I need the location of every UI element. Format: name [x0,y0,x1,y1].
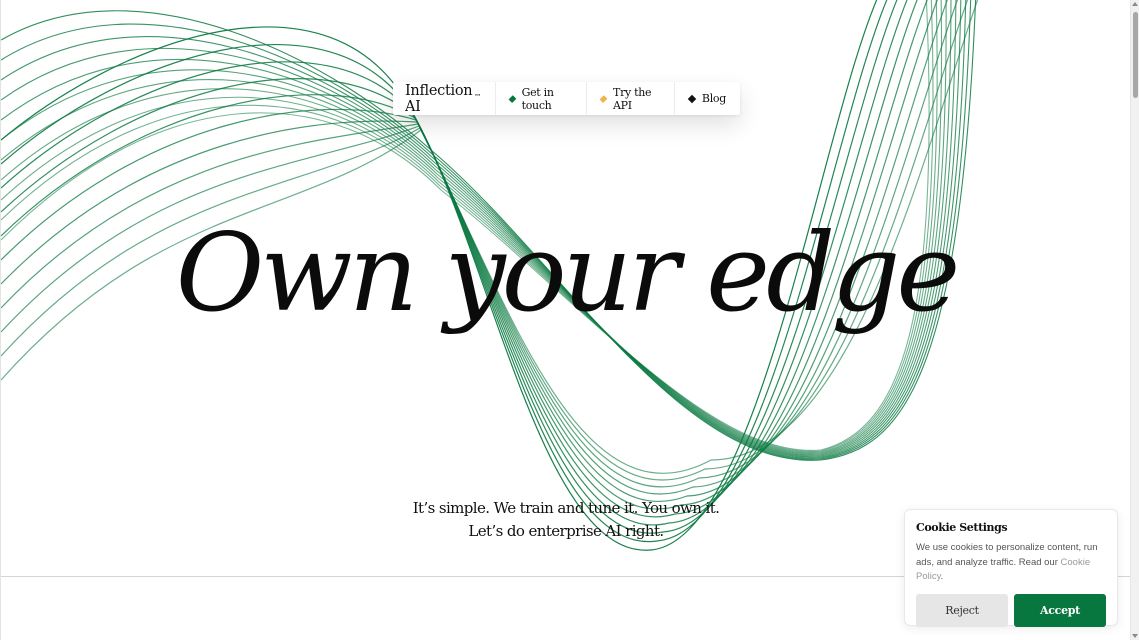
diamond-icon [687,94,697,103]
nav-blog[interactable]: Blog [675,82,740,115]
scroll-thumb[interactable] [1133,12,1138,98]
page: Own your edge Inflection AI ™ Get in touc… [0,0,1131,640]
cookie-title: Cookie Settings [916,521,1008,534]
cookie-actions: Reject Accept [916,593,1106,627]
hero-title: Own your edge [175,211,961,336]
nav-label: Blog [701,92,726,105]
diamond-icon [599,94,608,103]
accept-button[interactable]: Accept [1014,593,1106,627]
cookie-text-end: . [940,571,944,582]
cookie-banner: Cookie Settings We use cookies to person… [904,509,1118,627]
trademark-mark: ™ [474,92,481,101]
nav-label: Get in touch [521,85,554,112]
nav-label: Try the API [613,85,652,112]
logo-text: Inflection AI [405,82,473,115]
reject-button[interactable]: Reject [916,593,1008,627]
vertical-scrollbar[interactable] [1130,0,1139,640]
nav-get-in-touch[interactable]: Get in touch [496,82,588,115]
scroll-down-arrow-icon[interactable] [1132,634,1138,638]
nav-try-the-api[interactable]: Try the API [587,82,675,115]
diamond-icon [508,94,517,103]
logo[interactable]: Inflection AI ™ [393,82,496,115]
cookie-description: We use cookies to personalize content, r… [916,541,1106,585]
top-nav: Inflection AI ™ Get in touch Try the API … [393,82,740,115]
scroll-up-arrow-icon[interactable] [1132,2,1138,6]
